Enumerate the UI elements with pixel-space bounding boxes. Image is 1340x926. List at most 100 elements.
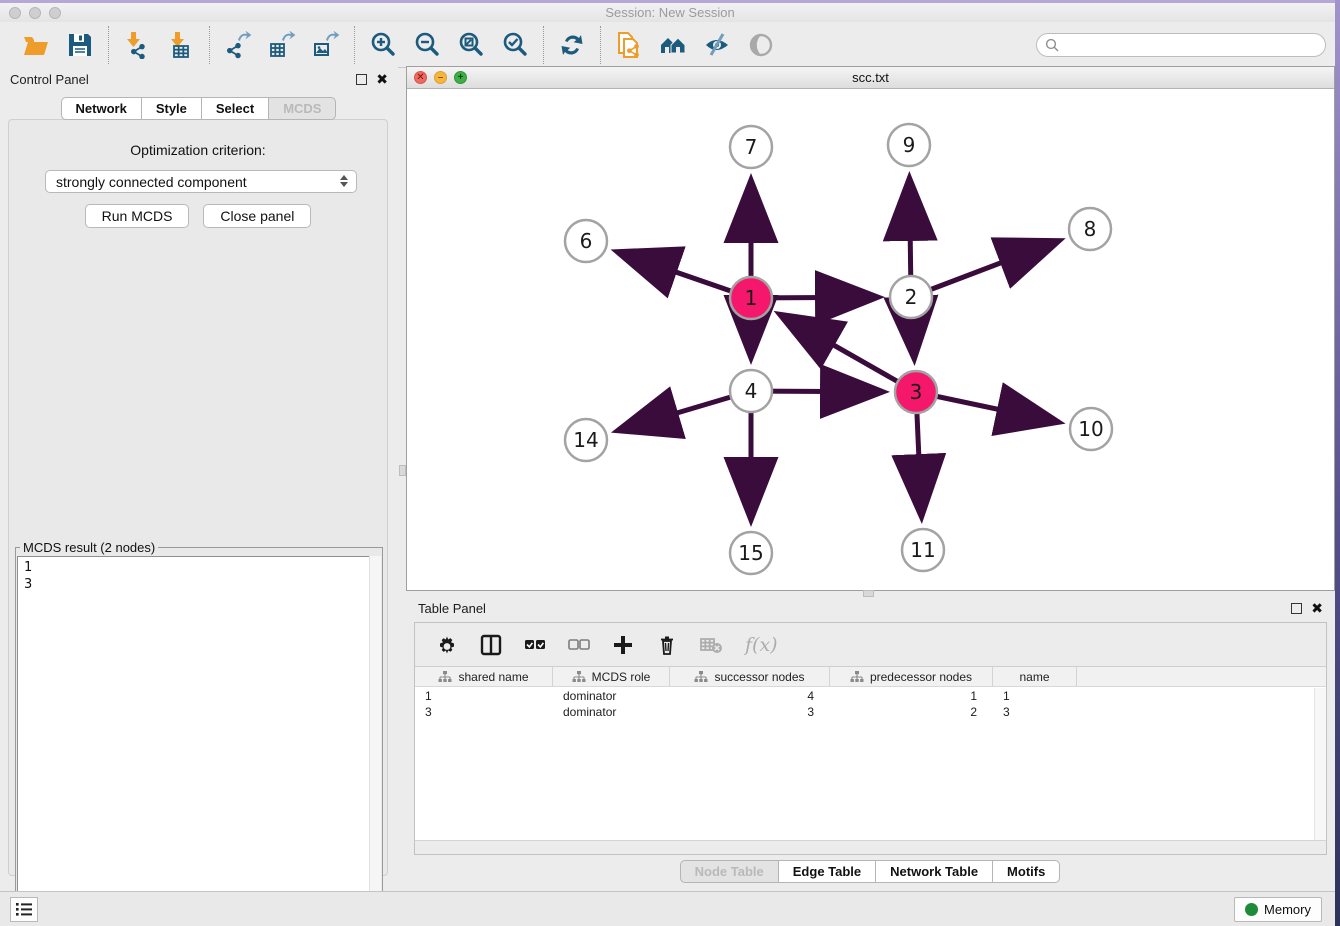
control-panel-header: Control Panel ✖ — [0, 66, 398, 92]
zoom-out-icon[interactable] — [413, 31, 441, 59]
close-panel-icon[interactable]: ✖ — [376, 74, 388, 85]
memory-label: Memory — [1264, 902, 1311, 917]
delete-column-icon[interactable] — [655, 633, 679, 657]
mcds-result-list[interactable]: 13 — [17, 556, 381, 920]
sitemap-icon — [572, 671, 586, 683]
table-cell: 1 — [415, 688, 553, 704]
graph-node-label: 10 — [1078, 417, 1103, 441]
save-session-icon[interactable] — [66, 31, 94, 59]
table-cell: 1 — [830, 688, 993, 704]
split-panel-icon[interactable] — [479, 633, 503, 657]
table-tab-edge-table[interactable]: Edge Table — [778, 860, 876, 883]
float-panel-icon[interactable] — [356, 74, 367, 85]
control-tab-network[interactable]: Network — [61, 97, 142, 120]
control-tab-mcds[interactable]: MCDS — [268, 97, 336, 120]
column-header-name[interactable]: name — [993, 667, 1077, 686]
network-maximize-icon[interactable]: + — [454, 71, 467, 84]
graph-node-label: 1 — [745, 286, 758, 310]
column-header-MCDS-role[interactable]: MCDS role — [553, 667, 670, 686]
toggle-bird-eye-icon[interactable] — [747, 31, 775, 59]
list-icon — [15, 901, 33, 917]
export-image-icon[interactable] — [312, 31, 340, 59]
column-header-label: successor nodes — [714, 670, 804, 684]
zoom-selected-icon[interactable] — [501, 31, 529, 59]
mcds-tab-content: Optimization criterion: strongly connect… — [8, 119, 388, 876]
sitemap-icon — [850, 671, 864, 683]
graph-node-label: 3 — [910, 380, 923, 404]
graph-node-label: 9 — [903, 133, 916, 157]
table-panel-tabs: Node TableEdge TableNetwork TableMotifs — [406, 860, 1335, 883]
delete-table-icon — [699, 633, 723, 657]
control-tab-select[interactable]: Select — [201, 97, 269, 120]
select-stepper-icon — [340, 175, 348, 187]
horizontal-splitter-handle[interactable] — [863, 590, 874, 597]
add-column-icon[interactable] — [611, 633, 635, 657]
table-settings-gear-icon[interactable] — [435, 633, 459, 657]
search-icon — [1045, 38, 1059, 55]
table-panel-header: Table Panel ✖ — [406, 595, 1335, 621]
clone-network-icon[interactable] — [615, 31, 643, 59]
export-table-icon[interactable] — [268, 31, 296, 59]
control-tab-style[interactable]: Style — [141, 97, 202, 120]
svg-text:f(x): f(x) — [743, 634, 778, 656]
table-vertical-scrollbar[interactable] — [1314, 688, 1326, 840]
export-network-icon[interactable] — [224, 31, 252, 59]
selected-option-label: strongly connected component — [56, 174, 247, 190]
optimization-criterion-select[interactable]: strongly connected component — [45, 170, 357, 193]
sitemap-icon — [694, 671, 708, 683]
table-cell: dominator — [553, 704, 670, 720]
close-panel-button[interactable]: Close panel — [203, 204, 311, 228]
column-header-label: name — [1019, 670, 1049, 684]
table-tab-node-table[interactable]: Node Table — [680, 860, 779, 883]
network-window-titlebar[interactable]: ✕ – + scc.txt — [407, 67, 1334, 89]
control-panel-tabs: NetworkStyleSelectMCDS — [0, 97, 398, 120]
vertical-splitter-handle[interactable] — [399, 465, 406, 476]
column-header-predecessor-nodes[interactable]: predecessor nodes — [830, 667, 993, 686]
select-all-icon[interactable] — [523, 633, 547, 657]
network-close-icon[interactable]: ✕ — [414, 71, 427, 84]
network-canvas[interactable]: 7968124314101511 — [407, 89, 1334, 590]
graph-node-label: 8 — [1084, 217, 1097, 241]
zoom-fit-icon[interactable] — [457, 31, 485, 59]
graph-node-label: 2 — [905, 285, 918, 309]
zoom-in-icon[interactable] — [369, 31, 397, 59]
float-table-panel-icon[interactable] — [1291, 603, 1302, 614]
graph-node-label: 4 — [745, 379, 758, 403]
column-header-label: shared name — [458, 670, 528, 684]
network-minimize-icon[interactable]: – — [434, 71, 447, 84]
table-row[interactable]: 1dominator411 — [415, 688, 1326, 704]
home-view-icon[interactable] — [659, 31, 687, 59]
table-cell: 2 — [830, 704, 993, 720]
mcds-result-group: MCDS result (2 nodes) 13 — [15, 540, 383, 922]
optimization-criterion-label: Optimization criterion: — [9, 142, 387, 158]
search-input[interactable] — [1036, 33, 1326, 57]
table-row[interactable]: 3dominator323 — [415, 704, 1326, 720]
table-horizontal-scrollbar[interactable] — [415, 840, 1326, 854]
open-file-icon[interactable] — [22, 31, 50, 59]
mcds-result-item: 3 — [24, 576, 374, 593]
table-tab-motifs[interactable]: Motifs — [992, 860, 1060, 883]
import-table-icon[interactable] — [167, 31, 195, 59]
column-header-shared-name[interactable]: shared name — [415, 667, 553, 686]
deselect-all-icon[interactable] — [567, 633, 591, 657]
graph-edge-3-1[interactable] — [782, 316, 916, 392]
network-graph[interactable]: 7968124314101511 — [407, 89, 1334, 590]
status-bar: Memory — [0, 891, 1340, 926]
close-table-panel-icon[interactable]: ✖ — [1311, 603, 1323, 614]
column-header-successor-nodes[interactable]: successor nodes — [670, 667, 830, 686]
import-network-icon[interactable] — [123, 31, 151, 59]
search-field-wrap — [1036, 33, 1326, 57]
mcds-result-scrollbar[interactable] — [369, 556, 381, 920]
table-tab-network-table[interactable]: Network Table — [875, 860, 993, 883]
mcds-result-item: 1 — [24, 559, 374, 576]
apply-layout-icon[interactable] — [558, 31, 586, 59]
graph-edge-2-8[interactable] — [911, 242, 1056, 297]
table-cell: 1 — [993, 688, 1077, 704]
hide-eye-icon[interactable] — [703, 31, 731, 59]
table-cell: 3 — [670, 704, 830, 720]
run-mcds-button[interactable]: Run MCDS — [85, 204, 190, 228]
automation-panel-button[interactable] — [10, 897, 38, 922]
table-cell: 4 — [670, 688, 830, 704]
memory-button[interactable]: Memory — [1234, 897, 1322, 922]
control-panel-title: Control Panel — [10, 72, 89, 87]
